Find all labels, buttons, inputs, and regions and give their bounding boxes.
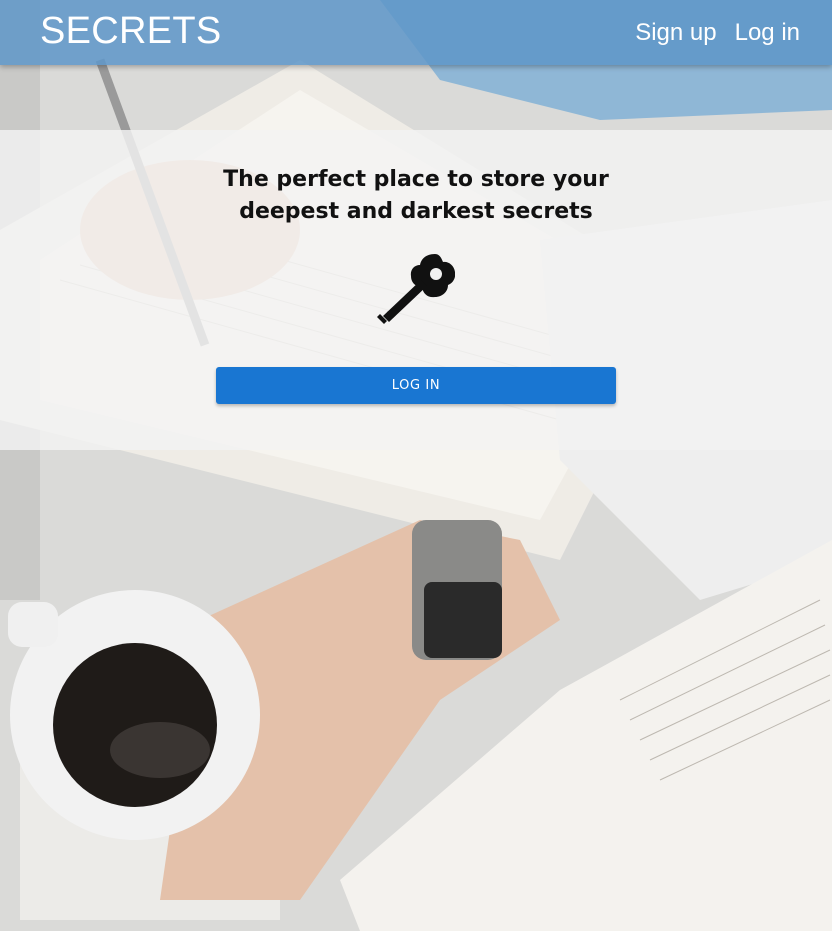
top-nav: Sign up Log in <box>635 19 800 47</box>
hero-panel: The perfect place to store your deepest … <box>0 130 832 450</box>
nav-log-in-link[interactable]: Log in <box>735 19 800 47</box>
hero-log-in-button[interactable]: LOG IN <box>216 367 616 404</box>
hero-headline-line-2: deepest and darkest secrets <box>239 199 593 224</box>
brand-title[interactable]: SECRETS <box>40 10 222 53</box>
hero-headline-line-1: The perfect place to store your <box>223 167 609 192</box>
nav-sign-up-link[interactable]: Sign up <box>635 19 716 47</box>
key-icon <box>377 254 455 324</box>
top-app-bar: SECRETS Sign up Log in <box>0 0 832 65</box>
hero-headline: The perfect place to store your deepest … <box>0 164 832 228</box>
